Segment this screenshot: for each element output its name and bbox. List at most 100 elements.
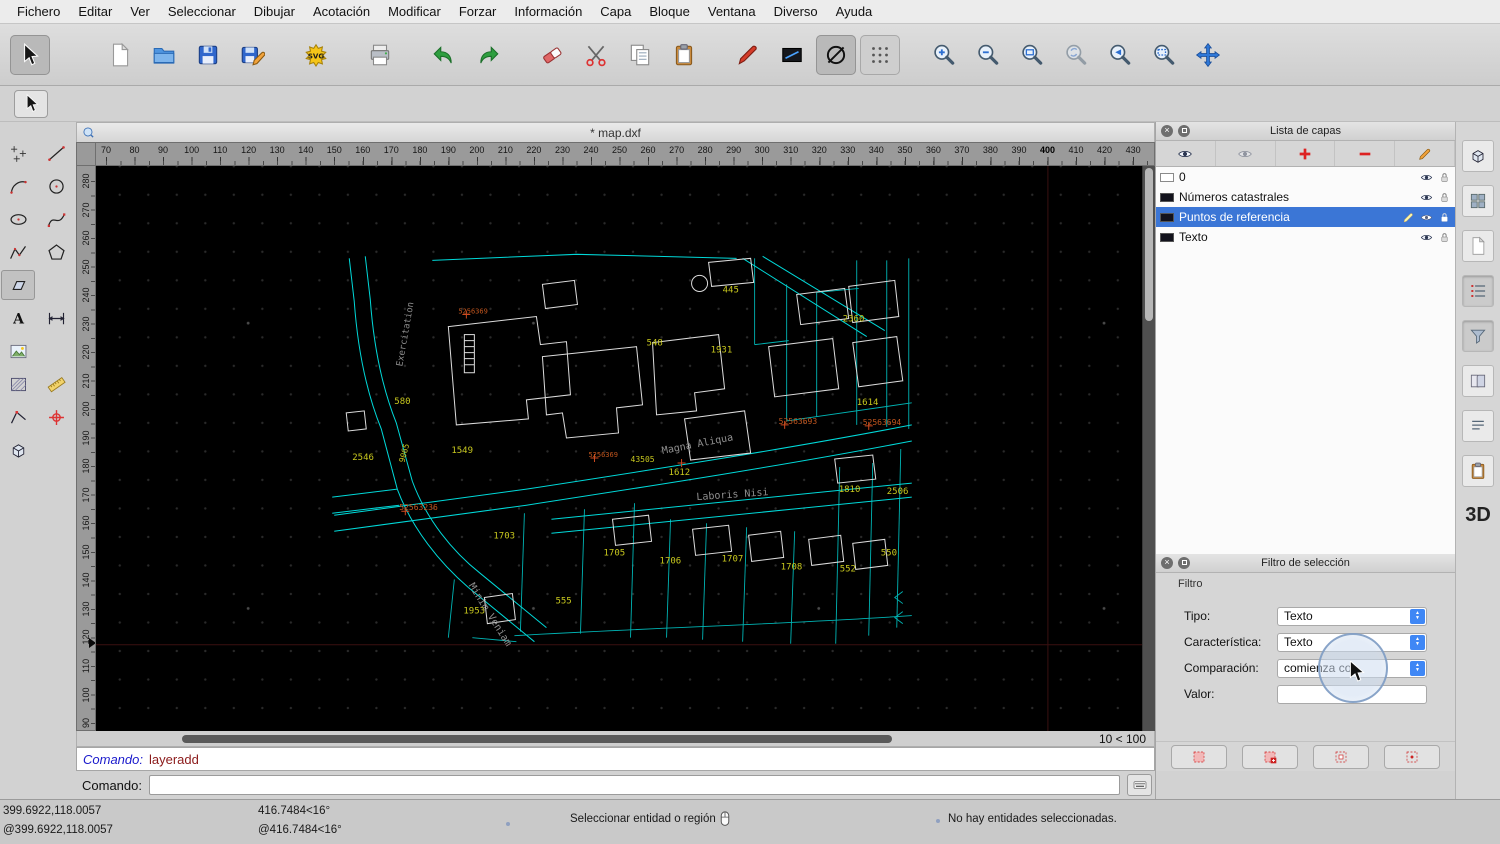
eye-icon[interactable] xyxy=(1420,191,1433,204)
save-button[interactable] xyxy=(188,35,228,75)
tool-text-button[interactable] xyxy=(1,303,35,333)
tool-solids-button[interactable] xyxy=(1,435,35,465)
lock-icon[interactable] xyxy=(1438,211,1451,224)
panel-blocks-button[interactable] xyxy=(1462,185,1494,217)
tool-lines-button[interactable] xyxy=(39,138,73,168)
panel-properties-button[interactable] xyxy=(1462,410,1494,442)
menu-item-dibujar[interactable]: Dibujar xyxy=(245,4,304,19)
panel-library-button[interactable] xyxy=(1462,365,1494,397)
eye-icon[interactable] xyxy=(1420,211,1433,224)
print-preview-button[interactable] xyxy=(360,35,400,75)
document-titlebar[interactable]: * map.dxf xyxy=(76,122,1155,142)
menu-item-modificar[interactable]: Modificar xyxy=(379,4,450,19)
horizontal-scrollbar-thumb[interactable] xyxy=(182,735,893,743)
panel-selection-filter-button[interactable] xyxy=(1462,320,1494,352)
tool-polylines-button[interactable] xyxy=(1,237,35,267)
tipo-select[interactable]: Texto▲▼ xyxy=(1277,607,1427,626)
menu-item-forzar[interactable]: Forzar xyxy=(450,4,506,19)
tool-images-button[interactable] xyxy=(1,336,35,366)
draft-mode-button[interactable] xyxy=(816,35,856,75)
menu-item-ventana[interactable]: Ventana xyxy=(699,4,765,19)
zoom-in-button[interactable] xyxy=(924,35,964,75)
cut-button[interactable] xyxy=(576,35,616,75)
panel-document-button[interactable] xyxy=(1462,230,1494,262)
eye-icon[interactable] xyxy=(1420,171,1433,184)
filter-select-matching-button[interactable] xyxy=(1171,745,1227,769)
menu-item-seleccionar[interactable]: Seleccionar xyxy=(159,4,245,19)
selection-pointer-button[interactable] xyxy=(14,90,48,118)
menu-item-ayuda[interactable]: Ayuda xyxy=(827,4,882,19)
panel-clipboard-button[interactable] xyxy=(1462,455,1494,487)
vertical-scrollbar[interactable] xyxy=(1142,166,1155,731)
menu-item-diverso[interactable]: Diverso xyxy=(765,4,827,19)
add-layer-button[interactable] xyxy=(1276,141,1336,166)
layer-row-numeros-catastrales[interactable]: Números catastrales xyxy=(1156,187,1455,207)
erase-button[interactable] xyxy=(532,35,572,75)
paste-button[interactable] xyxy=(664,35,704,75)
redo-button[interactable] xyxy=(468,35,508,75)
detach-filter-panel-icon[interactable] xyxy=(1178,557,1190,569)
layer-row-puntos-de-referencia[interactable]: Puntos de referencia xyxy=(1156,207,1455,227)
remove-layer-button[interactable] xyxy=(1335,141,1395,166)
vertical-scrollbar-thumb[interactable] xyxy=(1145,168,1153,321)
caracteristica-select[interactable]: Texto▲▼ xyxy=(1277,633,1427,652)
tool-shapes-button[interactable] xyxy=(39,237,73,267)
save-as-button[interactable] xyxy=(232,35,272,75)
tool-measure-button[interactable] xyxy=(39,369,73,399)
layer-row-texto[interactable]: Texto xyxy=(1156,227,1455,247)
tool-hatches-button[interactable] xyxy=(1,369,35,399)
zoom-out-button[interactable] xyxy=(968,35,1008,75)
pan-button[interactable] xyxy=(1188,35,1228,75)
grid-toggle-button[interactable] xyxy=(860,35,900,75)
lock-icon[interactable] xyxy=(1438,191,1451,204)
zoom-window-button[interactable] xyxy=(1144,35,1184,75)
tool-splines-button[interactable] xyxy=(39,204,73,234)
tool-modify-button[interactable] xyxy=(1,402,35,432)
close-layer-panel-icon[interactable]: × xyxy=(1161,125,1173,137)
zoom-redraw-button[interactable] xyxy=(1056,35,1096,75)
menu-item-fichero[interactable]: Fichero xyxy=(8,4,69,19)
zoom-previous-button[interactable] xyxy=(1100,35,1140,75)
tool-snap-button[interactable] xyxy=(39,402,73,432)
stepper-arrows-icon[interactable]: ▲▼ xyxy=(1410,635,1425,650)
tool-dimensions-button[interactable] xyxy=(39,303,73,333)
tool-ellipses-button[interactable] xyxy=(1,204,35,234)
valor-input[interactable] xyxy=(1277,685,1427,704)
tool-circles-button[interactable] xyxy=(39,171,73,201)
stepper-arrows-icon[interactable]: ▲▼ xyxy=(1410,609,1425,624)
show-all-layers-button[interactable] xyxy=(1156,141,1216,166)
edit-layer-button[interactable] xyxy=(1395,141,1455,166)
menu-item-bloque[interactable]: Bloque xyxy=(640,4,698,19)
tool-selection-tools-button[interactable] xyxy=(1,270,35,300)
zoom-auto-button[interactable] xyxy=(1012,35,1052,75)
hide-inactive-layers-button[interactable] xyxy=(1216,141,1276,166)
horizontal-scrollbar[interactable] xyxy=(83,733,1070,745)
menu-item-ver[interactable]: Ver xyxy=(121,4,159,19)
panel-solids-button[interactable] xyxy=(1462,140,1494,172)
command-input[interactable] xyxy=(149,775,1120,795)
edit-pen-button[interactable] xyxy=(728,35,768,75)
new-file-button[interactable] xyxy=(100,35,140,75)
filter-deselect-intersection-button[interactable] xyxy=(1384,745,1440,769)
stepper-arrows-icon[interactable]: ▲▼ xyxy=(1410,661,1425,676)
svg-export-button[interactable] xyxy=(296,35,336,75)
copy-button[interactable] xyxy=(620,35,660,75)
lock-icon[interactable] xyxy=(1438,231,1451,244)
drawing-canvas[interactable]: 4452360548193116145801549254643505161218… xyxy=(96,166,1142,731)
menu-item-capa[interactable]: Capa xyxy=(591,4,640,19)
close-filter-panel-icon[interactable]: × xyxy=(1161,557,1173,569)
tool-arcs-button[interactable] xyxy=(1,171,35,201)
open-file-button[interactable] xyxy=(144,35,184,75)
tool-points-button[interactable] xyxy=(1,138,35,168)
select-button[interactable] xyxy=(10,35,50,75)
menu-item-editar[interactable]: Editar xyxy=(69,4,121,19)
attributes-button[interactable] xyxy=(772,35,812,75)
layer-row-0[interactable]: 0 xyxy=(1156,167,1455,187)
panel-layer-list-button[interactable] xyxy=(1462,275,1494,307)
filter-deselect-matching-button[interactable] xyxy=(1242,745,1298,769)
menu-item-acotacion[interactable]: Acotación xyxy=(304,4,379,19)
detach-layer-panel-icon[interactable] xyxy=(1178,125,1190,137)
eye-icon[interactable] xyxy=(1420,231,1433,244)
undo-button[interactable] xyxy=(424,35,464,75)
menu-item-informacion[interactable]: Información xyxy=(505,4,591,19)
